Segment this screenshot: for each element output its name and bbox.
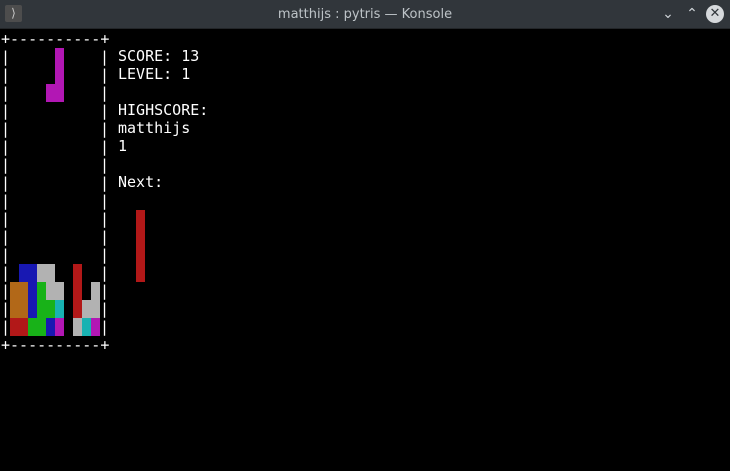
board-wall-right: | [100, 156, 110, 174]
board-wall-right: | [100, 138, 110, 156]
window-titlebar[interactable]: ⟩ matthijs : pytris — Konsole ⌄ ⌃ ✕ [0, 0, 730, 29]
board-wall-right: | [100, 264, 110, 282]
stack-block [10, 282, 19, 300]
stack-block [73, 282, 82, 300]
board-wall-left: | [1, 246, 11, 264]
board-wall-left: | [1, 66, 11, 84]
board-wall-right: | [100, 120, 110, 138]
stack-block [19, 318, 28, 336]
stack-block [28, 300, 37, 318]
maximize-button[interactable]: ⌃ [683, 5, 701, 23]
stack-block [37, 282, 46, 300]
minimize-button[interactable]: ⌄ [659, 5, 677, 23]
falling-piece-block [55, 84, 64, 102]
next-label: Next: [118, 173, 164, 191]
next-piece-block [136, 264, 145, 282]
highscore-label: HIGHSCORE: [118, 101, 209, 119]
board-wall-right: | [100, 66, 110, 84]
board-wall-left: | [1, 192, 11, 210]
board-wall-right: | [100, 282, 110, 300]
board-wall-left: | [1, 156, 11, 174]
board-top-border: +----------+ [1, 30, 110, 48]
stack-block [19, 282, 28, 300]
next-piece-block [136, 246, 145, 264]
stack-block [19, 264, 28, 282]
stack-block [28, 282, 37, 300]
board-wall-right: | [100, 228, 110, 246]
next-piece-block [136, 228, 145, 246]
stack-block [91, 300, 100, 318]
stack-block [46, 264, 55, 282]
board-wall-left: | [1, 282, 11, 300]
stack-block [37, 300, 46, 318]
falling-piece-block [46, 84, 55, 102]
close-icon: ✕ [709, 6, 721, 21]
stack-block [37, 264, 46, 282]
stack-block [73, 264, 82, 282]
stack-block [55, 300, 64, 318]
level-line: LEVEL: 1 [118, 65, 190, 83]
next-piece-block [136, 210, 145, 228]
board-wall-left: | [1, 48, 11, 66]
chevron-down-icon: ⌄ [662, 6, 674, 22]
board-wall-right: | [100, 102, 110, 120]
board-wall-right: | [100, 84, 110, 102]
falling-piece-block [55, 66, 64, 84]
stack-block [82, 300, 91, 318]
board-wall-left: | [1, 84, 11, 102]
stack-block [19, 300, 28, 318]
board-wall-right: | [100, 48, 110, 66]
chevron-up-icon: ⌃ [686, 6, 698, 22]
stack-block [82, 318, 91, 336]
stack-block [46, 318, 55, 336]
board-wall-left: | [1, 120, 11, 138]
stack-block [37, 318, 46, 336]
board-wall-left: | [1, 228, 11, 246]
level-value: 1 [181, 65, 191, 83]
window-title: matthijs : pytris — Konsole [277, 7, 453, 22]
close-button[interactable]: ✕ [706, 5, 724, 23]
stack-block [10, 318, 19, 336]
board-wall-right: | [100, 318, 110, 336]
board-wall-left: | [1, 210, 11, 228]
board-wall-left: | [1, 318, 11, 336]
stack-block [28, 318, 37, 336]
falling-piece-block [55, 48, 64, 66]
stack-block [55, 282, 64, 300]
board-wall-right: | [100, 246, 110, 264]
board-wall-right: | [100, 174, 110, 192]
board-wall-left: | [1, 174, 11, 192]
stack-block [73, 300, 82, 318]
score-label: SCORE: [118, 47, 173, 65]
level-label: LEVEL: [118, 65, 173, 83]
highscore-value: 1 [118, 137, 128, 155]
highscore-name: matthijs [118, 119, 191, 137]
score-line: SCORE: 13 [118, 47, 199, 65]
board-wall-left: | [1, 300, 11, 318]
stack-block [91, 318, 100, 336]
board-wall-left: | [1, 138, 11, 156]
stack-block [46, 300, 55, 318]
board-bottom-border: +----------+ [1, 336, 110, 354]
stack-block [10, 300, 19, 318]
stack-block [91, 282, 100, 300]
board-wall-left: | [1, 102, 11, 120]
stack-block [46, 282, 55, 300]
score-value: 13 [181, 47, 200, 65]
board-wall-right: | [100, 210, 110, 228]
stack-block [55, 318, 64, 336]
board-wall-right: | [100, 300, 110, 318]
board-wall-right: | [100, 192, 110, 210]
stack-block [73, 318, 82, 336]
board-wall-left: | [1, 264, 11, 282]
stack-block [28, 264, 37, 282]
terminal-area[interactable]: +----------+ +----------+ | | | | | | | | | | | | | |… [0, 29, 730, 471]
